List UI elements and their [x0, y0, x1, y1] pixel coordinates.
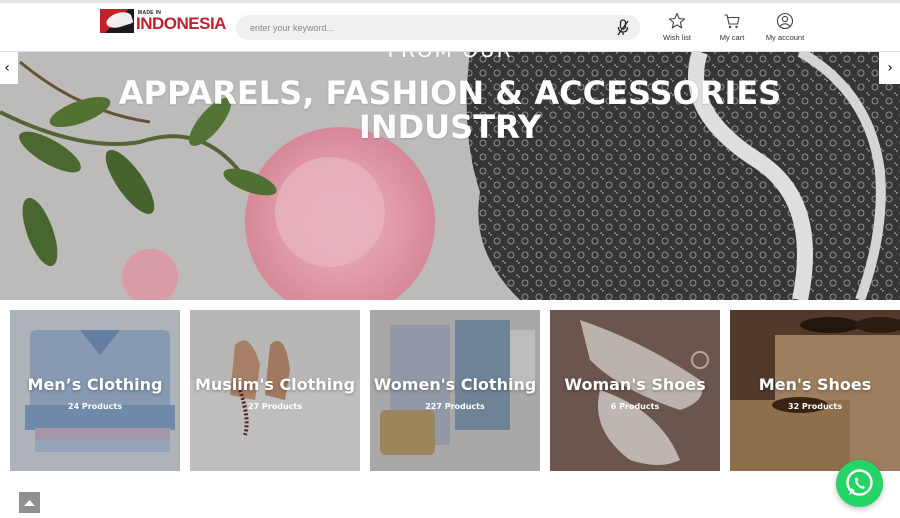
- hero-title: APPARELS, FASHION & ACCESSORIES INDUSTRY: [0, 76, 900, 144]
- slider-next-button[interactable]: ›: [879, 52, 900, 84]
- nav-wishlist[interactable]: Wish list: [659, 12, 695, 46]
- whatsapp-icon: [846, 469, 873, 496]
- site-logo[interactable]: MADE IN INDONESIA: [100, 8, 226, 36]
- star-icon: [668, 12, 686, 29]
- category-card[interactable]: Men’s Clothing 24 Products: [10, 310, 180, 471]
- nav-account-label: My account: [765, 33, 805, 42]
- category-name: Women's Clothing: [373, 375, 537, 394]
- logo-brand: INDONESIA: [136, 14, 226, 33]
- search-input[interactable]: [250, 19, 590, 36]
- category-name: Men's Shoes: [758, 375, 872, 394]
- site-header: MADE IN INDONESIA Wish list My cart My a…: [0, 3, 900, 52]
- category-card[interactable]: Men's Shoes 32 Products: [730, 310, 900, 471]
- category-card[interactable]: Women's Clothing 227 Products: [370, 310, 540, 471]
- nav-wishlist-label: Wish list: [663, 33, 691, 42]
- user-icon: [776, 12, 794, 30]
- category-name: Muslim's Clothing: [194, 375, 356, 394]
- nav-cart-label: My cart: [719, 33, 745, 42]
- scroll-to-top-button[interactable]: [19, 492, 40, 513]
- chevron-up-icon: [24, 500, 35, 506]
- category-name: Men’s Clothing: [27, 375, 163, 394]
- hero-pre-title: FROM OUR: [0, 52, 900, 62]
- nav-account[interactable]: My account: [763, 12, 807, 46]
- category-card[interactable]: Woman's Shoes 6 Products: [550, 310, 720, 471]
- category-grid: Men’s Clothing 24 Products Muslim's Clot…: [0, 310, 900, 471]
- hero-slider: FROM OUR APPARELS, FASHION & ACCESSORIES…: [0, 52, 900, 300]
- category-count: 27 Products: [248, 402, 302, 411]
- hero-title-line1: APPARELS, FASHION & ACCESSORIES: [118, 74, 782, 112]
- category-card[interactable]: Muslim's Clothing 27 Products: [190, 310, 360, 471]
- nav-cart[interactable]: My cart: [715, 12, 749, 46]
- slider-prev-button[interactable]: ‹: [0, 52, 18, 84]
- category-name: Woman's Shoes: [564, 375, 706, 394]
- category-count: 32 Products: [788, 402, 842, 411]
- cart-icon: [724, 14, 740, 29]
- whatsapp-button[interactable]: [836, 460, 883, 507]
- microphone-off-icon[interactable]: [616, 19, 630, 37]
- search-bar: [236, 15, 640, 40]
- category-count: 24 Products: [68, 402, 122, 411]
- category-count: 6 Products: [610, 402, 660, 411]
- category-count: 227 Products: [425, 402, 485, 411]
- hero-title-line2: INDUSTRY: [358, 108, 542, 146]
